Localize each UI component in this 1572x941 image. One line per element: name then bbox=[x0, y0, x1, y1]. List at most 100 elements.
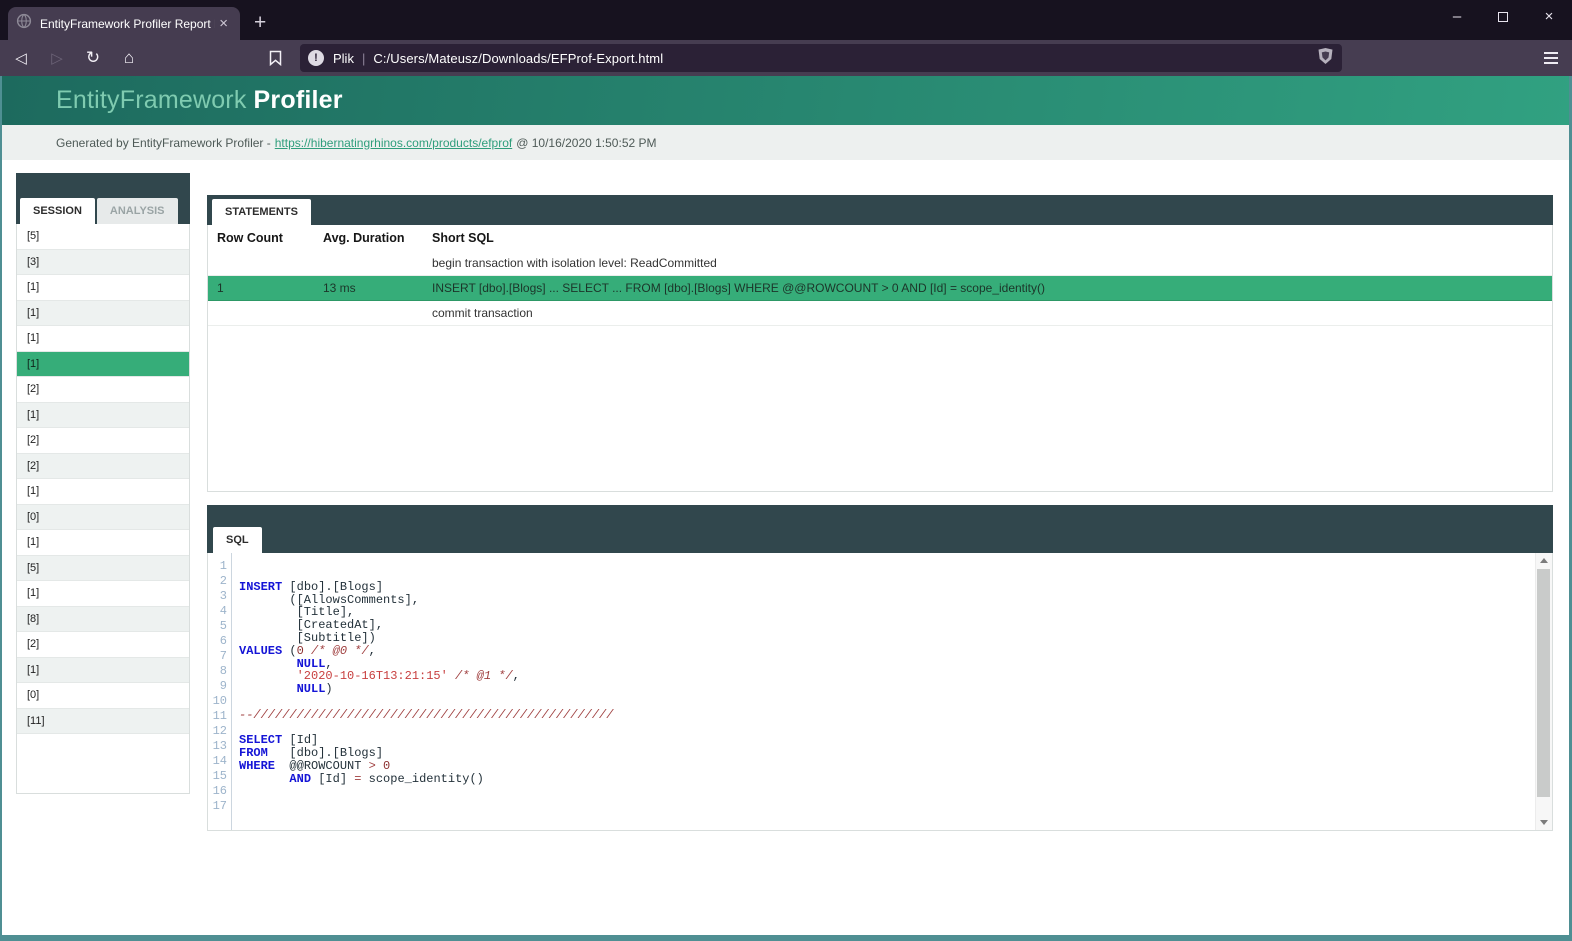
session-item[interactable]: [1] bbox=[17, 300, 189, 326]
back-button[interactable]: ◁ bbox=[6, 45, 36, 71]
url-separator: | bbox=[361, 50, 366, 66]
line-number: 14 bbox=[212, 754, 227, 768]
line-number: 8 bbox=[219, 664, 227, 678]
scrollbar-thumb[interactable] bbox=[1537, 569, 1550, 797]
statements-tab-bar: STATEMENTS bbox=[207, 195, 1553, 225]
col-avg-duration: Avg. Duration bbox=[323, 231, 405, 245]
line-number: 3 bbox=[219, 589, 227, 603]
session-item[interactable]: [5] bbox=[17, 224, 189, 250]
session-list: [5] [3] [1] [1] [1] [1] [2] [1] [2] [2] [1] [0] [1][… bbox=[16, 224, 190, 794]
generated-by-text: Generated by EntityFramework Profiler - bbox=[56, 135, 271, 150]
statements-panel: STATEMENTS Row Count Avg. Duration Short… bbox=[207, 195, 1553, 492]
session-item[interactable]: [2] bbox=[17, 453, 189, 479]
tab-close-icon[interactable]: × bbox=[215, 15, 232, 32]
close-window-button[interactable]: × bbox=[1526, 0, 1572, 33]
session-item[interactable]: [2] bbox=[17, 428, 189, 454]
tab-title: EntityFramework Profiler Report Ex bbox=[40, 16, 216, 31]
maximize-button[interactable] bbox=[1480, 0, 1526, 33]
session-item[interactable]: [1] bbox=[17, 351, 189, 377]
brave-shield-icon[interactable] bbox=[1317, 47, 1334, 70]
forward-button[interactable]: ▷ bbox=[42, 45, 72, 71]
code-line: [Subtitle]) bbox=[239, 630, 376, 645]
line-number: 10 bbox=[212, 694, 227, 708]
sql-code: INSERT [dbo].[Blogs] ([AllowsComments], … bbox=[232, 553, 1535, 830]
session-item[interactable]: [1] bbox=[17, 581, 189, 607]
maximize-icon bbox=[1498, 11, 1508, 22]
session-item[interactable]: [2] bbox=[17, 632, 189, 658]
vertical-scrollbar[interactable] bbox=[1535, 553, 1552, 830]
code-line: --//////////////////////////////////////… bbox=[239, 707, 614, 722]
code-line: AND [Id] = scope_identity() bbox=[289, 771, 484, 786]
line-number: 2 bbox=[219, 574, 227, 588]
efprof-link[interactable]: https://hibernatingrhinos.com/products/e… bbox=[275, 136, 512, 150]
bookmark-icon[interactable] bbox=[260, 45, 290, 71]
code-line: [Title], bbox=[239, 605, 355, 620]
line-number: 4 bbox=[219, 604, 227, 618]
generated-timestamp: @ 10/16/2020 1:50:52 PM bbox=[516, 135, 657, 150]
scroll-up-icon[interactable] bbox=[1536, 553, 1552, 568]
session-item[interactable]: [1] bbox=[17, 275, 189, 301]
line-number: 12 bbox=[212, 724, 227, 738]
url-bar[interactable]: ! Plik | C:/Users/Mateusz/Downloads/EFPr… bbox=[300, 44, 1342, 72]
code-line: VALUES (0 /* @0 */, bbox=[239, 643, 376, 658]
col-short-sql: Short SQL bbox=[432, 231, 494, 245]
session-sidebar: SESSION ANALYSIS [5] [3] [1] [1] [1] [1] [2] [1… bbox=[16, 173, 190, 794]
line-number: 13 bbox=[212, 739, 227, 753]
code-line: NULL) bbox=[296, 682, 333, 697]
home-button[interactable]: ⌂ bbox=[114, 45, 144, 71]
line-number: 11 bbox=[212, 709, 227, 723]
tab-sql[interactable]: SQL bbox=[213, 527, 262, 553]
tab-analysis[interactable]: ANALYSIS bbox=[96, 198, 178, 224]
code-line: INSERT [dbo].[Blogs] bbox=[239, 579, 384, 594]
sql-editor: 1 2 3 4 5 6 7 8 9 10 11 12 13 14 15 16 17 INSERT [dbo].[… bbox=[207, 553, 1553, 831]
session-item[interactable]: [8] bbox=[17, 606, 189, 632]
globe-favicon-icon bbox=[16, 13, 32, 34]
browser-tab[interactable]: EntityFramework Profiler Report Ex × bbox=[8, 7, 240, 40]
code-line: FROM [dbo].[Blogs] bbox=[239, 746, 384, 761]
page-header: EntityFramework Profiler bbox=[2, 76, 1569, 125]
report-content: SESSION ANALYSIS [5] [3] [1] [1] [1] [1] [2] [1… bbox=[2, 160, 1569, 935]
reload-button[interactable]: ↻ bbox=[78, 45, 108, 71]
statement-row[interactable]: commit transaction bbox=[208, 301, 1552, 326]
session-item[interactable]: [1] bbox=[17, 530, 189, 556]
session-item[interactable]: [11] bbox=[17, 708, 189, 734]
browser-window: EntityFramework Profiler Report Ex × + –… bbox=[0, 0, 1572, 941]
brand-entityframework: EntityFramework bbox=[56, 86, 247, 114]
generated-by-bar: Generated by EntityFramework Profiler - … bbox=[2, 125, 1569, 160]
browser-toolbar: ◁ ▷ ↻ ⌂ ! Plik | C:/Users/Mateusz/Downlo… bbox=[0, 40, 1572, 76]
page: EntityFramework Profiler Generated by Ent… bbox=[0, 76, 1572, 941]
session-item[interactable]: [3] bbox=[17, 249, 189, 275]
line-number: 15 bbox=[212, 769, 227, 783]
session-item[interactable]: [0] bbox=[17, 683, 189, 709]
url-text[interactable]: C:/Users/Mateusz/Downloads/EFProf-Export… bbox=[373, 51, 1309, 66]
session-item[interactable]: [0] bbox=[17, 504, 189, 530]
line-number: 17 bbox=[212, 799, 227, 813]
scroll-down-icon[interactable] bbox=[1536, 815, 1552, 830]
tab-statements[interactable]: STATEMENTS bbox=[212, 199, 311, 225]
tab-session[interactable]: SESSION bbox=[20, 198, 95, 224]
session-item[interactable]: [1] bbox=[17, 657, 189, 683]
session-item[interactable]: [1] bbox=[17, 326, 189, 352]
session-item[interactable]: [1] bbox=[17, 402, 189, 428]
statements-header-row: Row Count Avg. Duration Short SQL bbox=[208, 225, 1552, 251]
new-tab-button[interactable]: + bbox=[254, 12, 266, 33]
statement-row[interactable]: 1 13 ms INSERT [dbo].[Blogs] ... SELECT ..… bbox=[208, 276, 1552, 301]
session-item[interactable]: [2] bbox=[17, 377, 189, 403]
line-number: 5 bbox=[219, 619, 227, 633]
session-item[interactable]: [1] bbox=[17, 479, 189, 505]
sql-tab-bar: SQL bbox=[207, 505, 1553, 553]
menu-button[interactable] bbox=[1544, 52, 1558, 64]
sidebar-tab-bar: SESSION ANALYSIS bbox=[16, 173, 190, 224]
line-number: 1 bbox=[219, 559, 227, 573]
statement-row[interactable]: begin transaction with isolation level: … bbox=[208, 251, 1552, 276]
page-info-icon[interactable]: ! bbox=[308, 50, 324, 66]
url-scheme-label: Plik bbox=[333, 50, 354, 66]
window-controls: – × bbox=[1434, 0, 1572, 33]
line-number: 16 bbox=[212, 784, 227, 798]
line-number: 7 bbox=[219, 649, 227, 663]
code-line: '2020-10-16T13:21:15' /* @1 */, bbox=[296, 669, 520, 684]
minimize-button[interactable]: – bbox=[1434, 0, 1480, 33]
session-item[interactable]: [5] bbox=[17, 555, 189, 581]
